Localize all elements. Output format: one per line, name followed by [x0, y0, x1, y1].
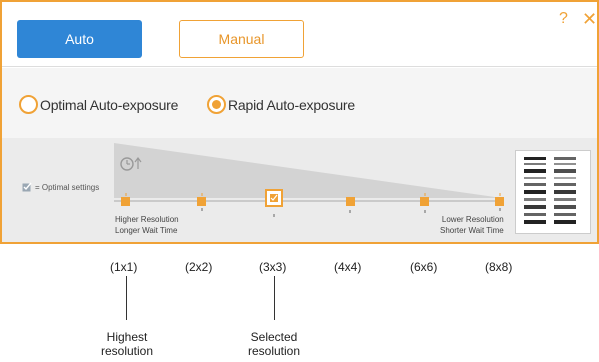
selected-resolution-callout: Selected resolution	[247, 330, 301, 358]
stop-label-1x1: (1x1)	[110, 260, 138, 274]
highest-resolution-callout: Highest resolution	[100, 330, 154, 358]
optimal-settings-legend: = Optimal settings	[22, 182, 99, 192]
lower-resolution-label: Lower Resolution Shorter Wait Time	[440, 214, 504, 236]
stop-label-4x4: (4x4)	[334, 260, 362, 274]
mode-header: Auto Manual ? ✕	[2, 2, 597, 67]
legend-label: = Optimal settings	[35, 182, 100, 192]
slider-stop-8x8	[495, 193, 504, 211]
stop-label-3x3: (3x3)	[259, 260, 287, 274]
stop-label-8x8: (8x8)	[485, 260, 513, 274]
selected-callout-line	[274, 276, 275, 320]
stop-label-6x6: (6x6)	[410, 260, 438, 274]
blot-image	[516, 151, 590, 233]
close-icon[interactable]: ✕	[582, 9, 597, 30]
optimal-exposure-radio[interactable]: Optimal Auto-exposure	[19, 95, 178, 114]
slider-stop-3x3-selected	[265, 189, 283, 217]
help-icon[interactable]: ?	[559, 10, 568, 28]
optimal-exposure-label: Optimal Auto-exposure	[40, 96, 179, 113]
left-label-line1: Higher Resolution	[115, 215, 179, 224]
resolution-slider-area: = Optimal settings Higher Resolution Lon…	[2, 138, 597, 242]
right-label-line2: Shorter Wait Time	[440, 226, 504, 235]
rapid-exposure-radio[interactable]: Rapid Auto-exposure	[207, 95, 355, 114]
auto-button[interactable]: Auto	[17, 20, 142, 58]
checkbox-icon	[22, 182, 32, 192]
right-label-line1: Lower Resolution	[441, 215, 504, 224]
left-label-line2: Longer Wait Time	[115, 226, 178, 235]
exposure-options: Optimal Auto-exposure Rapid Auto-exposur…	[2, 68, 597, 138]
slider-stop-4x4	[346, 197, 355, 213]
highest-callout-line	[126, 276, 127, 320]
radio-circle-icon	[19, 95, 38, 114]
manual-button[interactable]: Manual	[179, 20, 304, 58]
stop-label-2x2: (2x2)	[185, 260, 213, 274]
radio-selected-icon	[207, 95, 226, 114]
resolution-panel: Auto Manual ? ✕ Optimal Auto-exposure Ra…	[0, 0, 599, 244]
blot-preview-thumbnail	[515, 150, 591, 234]
higher-resolution-label: Higher Resolution Longer Wait Time	[115, 214, 179, 236]
rapid-exposure-label: Rapid Auto-exposure	[228, 96, 355, 113]
